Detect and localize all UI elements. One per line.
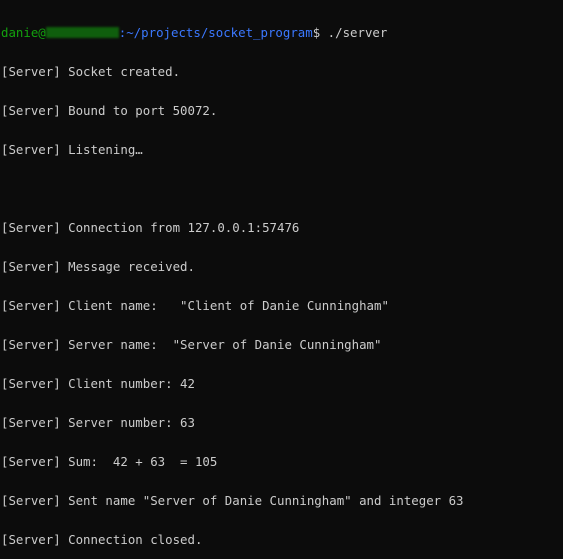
output-line: [Server] Sent name "Server of Danie Cunn… [1,493,464,508]
output-line: [Server] Server name: "Server of Danie C… [1,337,382,352]
output-line: [Server] Sum: 42 + 63 = 105 [1,454,218,469]
output-line: [Server] Client number: 42 [1,376,195,391]
output-line: [Server] Connection from 127.0.0.1:57476 [1,220,300,235]
prompt-line: danie@:~/projects/socket_program$ ./serv… [1,26,563,39]
prompt-path: :~/projects/socket_program [118,25,313,40]
command-text: ./server [320,25,388,40]
output-line: [Server] Server number: 63 [1,415,195,430]
output-line: [Server] Message received. [1,259,195,274]
terminal-window[interactable]: danie@:~/projects/socket_program$ ./serv… [0,0,563,546]
output-line: [Server] Listening… [1,142,143,157]
output-line: [Server] Socket created. [1,64,181,79]
output-line: [Server] Connection closed. [1,532,203,547]
prompt-user: danie@ [1,25,46,40]
prompt-hostname-redacted [45,27,119,38]
output-line: [Server] Client name: "Client of Danie C… [1,298,389,313]
output-line: [Server] Bound to port 50072. [1,103,218,118]
